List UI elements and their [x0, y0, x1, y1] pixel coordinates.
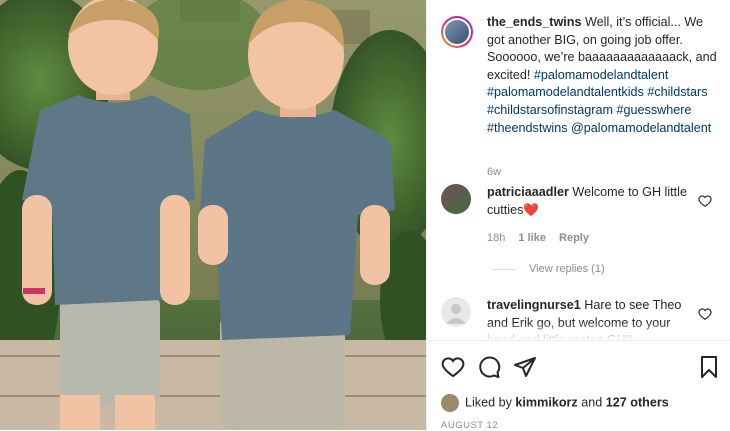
heart-emoji: ❤️ — [523, 202, 540, 217]
commenter-username[interactable]: travelingnurse1 — [487, 298, 581, 312]
likes-summary: Liked by kimmikorz and 127 others — [441, 394, 669, 412]
author-username[interactable]: the_ends_twins — [487, 15, 581, 29]
post-action-bar — [427, 340, 730, 395]
hashtag[interactable]: #childstars — [647, 85, 707, 99]
comment-likes[interactable]: 1 like — [518, 232, 546, 244]
comment-time: 18h — [487, 232, 506, 244]
share-send-icon[interactable] — [513, 355, 537, 379]
liker-avatar[interactable] — [441, 394, 459, 412]
hashtag[interactable]: #guesswhere — [617, 103, 692, 117]
mention[interactable]: @palomamodelandtalent — [571, 121, 711, 135]
reply-button[interactable]: Reply — [559, 232, 589, 244]
commenter-avatar[interactable] — [441, 184, 471, 214]
post-details-panel: the_ends_twins Well, it’s official... We… — [426, 0, 730, 431]
hashtag[interactable]: #childstarsofinstagram — [487, 103, 613, 117]
hashtag[interactable]: #palomamodelandtalent — [534, 68, 668, 82]
bookmark-save-icon[interactable] — [697, 355, 721, 379]
post-time[interactable]: 6w — [487, 166, 501, 178]
post-caption: the_ends_twins Well, it’s official... We… — [487, 14, 723, 137]
like-comment-heart-icon[interactable] — [698, 307, 712, 321]
view-replies-button[interactable]: View replies (1) — [493, 263, 605, 275]
twins-photo — [0, 0, 426, 430]
hashtag[interactable]: #theendstwins — [487, 121, 568, 135]
like-heart-icon[interactable] — [441, 355, 465, 379]
commenter-username[interactable]: patriciaaadler — [487, 185, 569, 199]
like-comment-heart-icon[interactable] — [698, 194, 712, 208]
post-date[interactable]: AUGUST 12 — [441, 420, 498, 431]
divider — [493, 268, 515, 270]
comment-bubble-icon[interactable] — [477, 355, 501, 379]
likes-count-link[interactable]: 127 others — [606, 395, 669, 409]
comment-meta: 18h 1 like Reply — [487, 232, 599, 244]
comment-text: patriciaaadler Welcome to GH little cutt… — [487, 185, 687, 217]
post-photo[interactable] — [0, 0, 426, 430]
hashtag[interactable]: #palomamodelandtalentkids — [487, 85, 644, 99]
liker-username[interactable]: kimmikorz — [515, 395, 577, 409]
author-avatar[interactable] — [441, 16, 473, 48]
